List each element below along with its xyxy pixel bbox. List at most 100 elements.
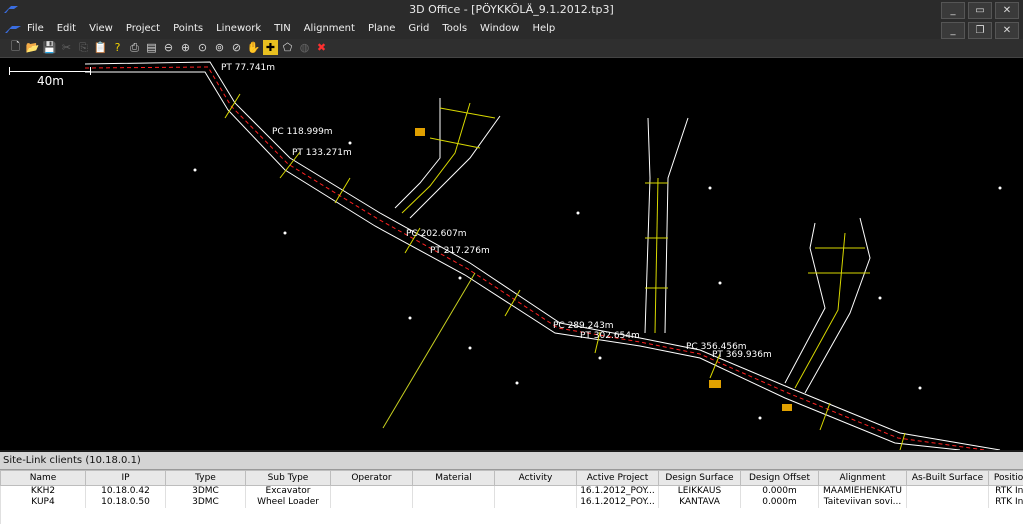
cell-design-offset: 0.000m: [740, 497, 819, 508]
help-icon[interactable]: ?: [110, 40, 125, 55]
plan-view-canvas[interactable]: 40m PT 77.741m PC 118.999m PT 133.271m P…: [0, 58, 1023, 450]
cell-ip: 10.18.0.42: [85, 485, 166, 497]
cell-type: 3DMC: [165, 497, 246, 508]
cell-design-offset: 0.000m: [740, 485, 819, 497]
cell-position: RTK Initia: [988, 497, 1023, 508]
scale-label: 40m: [37, 74, 64, 88]
station-label: PC 118.999m: [272, 127, 333, 137]
column-header[interactable]: IP: [85, 470, 166, 486]
cell-name: KKH2: [0, 485, 86, 497]
empty-row: [0, 508, 1023, 516]
maximize-button[interactable]: ▭: [968, 2, 992, 19]
title-bar: 3D Office - [PÖYKKÖLÄ_9.1.2012.tp3] _ ▭ …: [0, 0, 1023, 20]
close-button[interactable]: ✕: [995, 2, 1019, 19]
zoom-window-icon[interactable]: ⊙: [195, 40, 210, 55]
cell-active-project: 16.1.2012_PÖY...: [576, 485, 659, 497]
column-header[interactable]: Material: [412, 470, 495, 486]
open-icon[interactable]: 📂: [25, 40, 40, 55]
zoom-out-icon[interactable]: ⊖: [161, 40, 176, 55]
window-title: 3D Office - [PÖYKKÖLÄ_9.1.2012.tp3]: [409, 3, 614, 16]
menu-edit[interactable]: Edit: [57, 23, 76, 34]
table-row[interactable]: KUP4 10.18.0.50 3DMC Wheel Loader 16.1.2…: [0, 497, 1023, 508]
cell-alignment: MAAMIEHENKATU: [818, 485, 907, 497]
sitelink-table: Name IP Type Sub Type Operator Material …: [0, 470, 1023, 524]
menu-tin[interactable]: TIN: [274, 23, 291, 34]
cell-activity: [494, 497, 577, 508]
cell-activity: [494, 485, 577, 497]
new-icon[interactable]: 🗋: [8, 40, 23, 55]
station-label: PC 289.243m: [553, 321, 614, 331]
rotate-icon[interactable]: ◍: [297, 40, 312, 55]
cell-material: [412, 497, 495, 508]
zoom-previous-icon[interactable]: ⊘: [229, 40, 244, 55]
menu-grid[interactable]: Grid: [408, 23, 429, 34]
doc-restore-button[interactable]: ❐: [968, 22, 992, 39]
zoom-extents-icon[interactable]: ⊚: [212, 40, 227, 55]
cell-name: KUP4: [0, 497, 86, 508]
station-label: PT 77.741m: [221, 63, 276, 73]
column-header[interactable]: Active Project: [576, 470, 659, 486]
doc-minimize-button[interactable]: _: [941, 22, 965, 39]
minimize-button[interactable]: _: [941, 2, 965, 19]
zoom-in-icon[interactable]: ⊕: [178, 40, 193, 55]
column-header[interactable]: Design Offset: [740, 470, 819, 486]
sitelink-panel: Site-Link clients (10.18.0.1) Name IP Ty…: [0, 452, 1023, 530]
station-label: PT 302.654m: [580, 331, 640, 341]
cell-alignment: Taiteviivan sovi...: [818, 497, 907, 508]
menu-window[interactable]: Window: [480, 23, 519, 34]
column-header[interactable]: Operator: [330, 470, 413, 486]
copy-icon[interactable]: ⎘: [76, 40, 91, 55]
road-drawing: [84, 61, 1002, 450]
snap-icon[interactable]: ✖: [314, 40, 329, 55]
station-label: PC 202.607m: [406, 229, 467, 239]
doc-close-button[interactable]: ✕: [995, 22, 1019, 39]
polygon-icon[interactable]: ⬠: [280, 40, 295, 55]
column-header[interactable]: Type: [165, 470, 246, 486]
menu-plane[interactable]: Plane: [368, 23, 395, 34]
crosshair-icon[interactable]: ✚: [263, 40, 278, 55]
paste-icon[interactable]: 📋: [93, 40, 108, 55]
table-row[interactable]: KKH2 10.18.0.42 3DMC Excavator 16.1.2012…: [0, 485, 1023, 497]
column-header[interactable]: Alignment: [818, 470, 907, 486]
save-icon[interactable]: 💾: [42, 40, 57, 55]
menu-project[interactable]: Project: [126, 23, 160, 34]
column-header[interactable]: Design Surface: [658, 470, 741, 486]
menu-file[interactable]: File: [27, 23, 44, 34]
cell-operator: [330, 497, 413, 508]
cut-icon[interactable]: ✂: [59, 40, 74, 55]
column-header[interactable]: Sub Type: [245, 470, 331, 486]
menu-linework[interactable]: Linework: [216, 23, 261, 34]
menu-bar: File Edit View Project Points Linework T…: [0, 20, 1023, 39]
cell-asbuilt-surface: [906, 497, 989, 508]
document-icon: [5, 26, 21, 33]
column-header[interactable]: As-Built Surface: [906, 470, 989, 486]
menu-view[interactable]: View: [89, 23, 113, 34]
empty-row: [0, 516, 1023, 524]
cell-subtype: Excavator: [245, 485, 331, 497]
cell-type: 3DMC: [165, 485, 246, 497]
menu-points[interactable]: Points: [173, 23, 203, 34]
cell-active-project: 16.1.2012_PÖY...: [576, 497, 659, 508]
cell-material: [412, 485, 495, 497]
cell-operator: [330, 485, 413, 497]
station-label: PT 369.936m: [712, 350, 772, 360]
table-header-row: Name IP Type Sub Type Operator Material …: [0, 470, 1023, 486]
print-icon[interactable]: ⎙: [127, 40, 142, 55]
column-header[interactable]: Name: [0, 470, 86, 486]
cell-position: RTK Initia: [988, 485, 1023, 497]
pan-hand-icon[interactable]: ✋: [246, 40, 261, 55]
menu-alignment[interactable]: Alignment: [304, 23, 355, 34]
menu-help[interactable]: Help: [532, 23, 555, 34]
scale-bar: 40m: [9, 67, 91, 88]
menu-tools[interactable]: Tools: [442, 23, 467, 34]
cell-ip: 10.18.0.50: [85, 497, 166, 508]
toolbar: 🗋 📂 💾 ✂ ⎘ 📋 ? ⎙ ▤ ⊖ ⊕ ⊙ ⊚ ⊘ ✋ ✚ ⬠ ◍ ✖: [0, 39, 1023, 58]
print-preview-icon[interactable]: ▤: [144, 40, 159, 55]
column-header[interactable]: Activity: [494, 470, 577, 486]
column-header[interactable]: Position C: [988, 470, 1023, 486]
cell-asbuilt-surface: [906, 485, 989, 497]
cell-design-surface: LEIKKAUS: [658, 485, 741, 497]
station-label: PT 217.276m: [430, 246, 490, 256]
cell-design-surface: KANTAVA: [658, 497, 741, 508]
sitelink-title: Site-Link clients (10.18.0.1): [0, 452, 1023, 470]
